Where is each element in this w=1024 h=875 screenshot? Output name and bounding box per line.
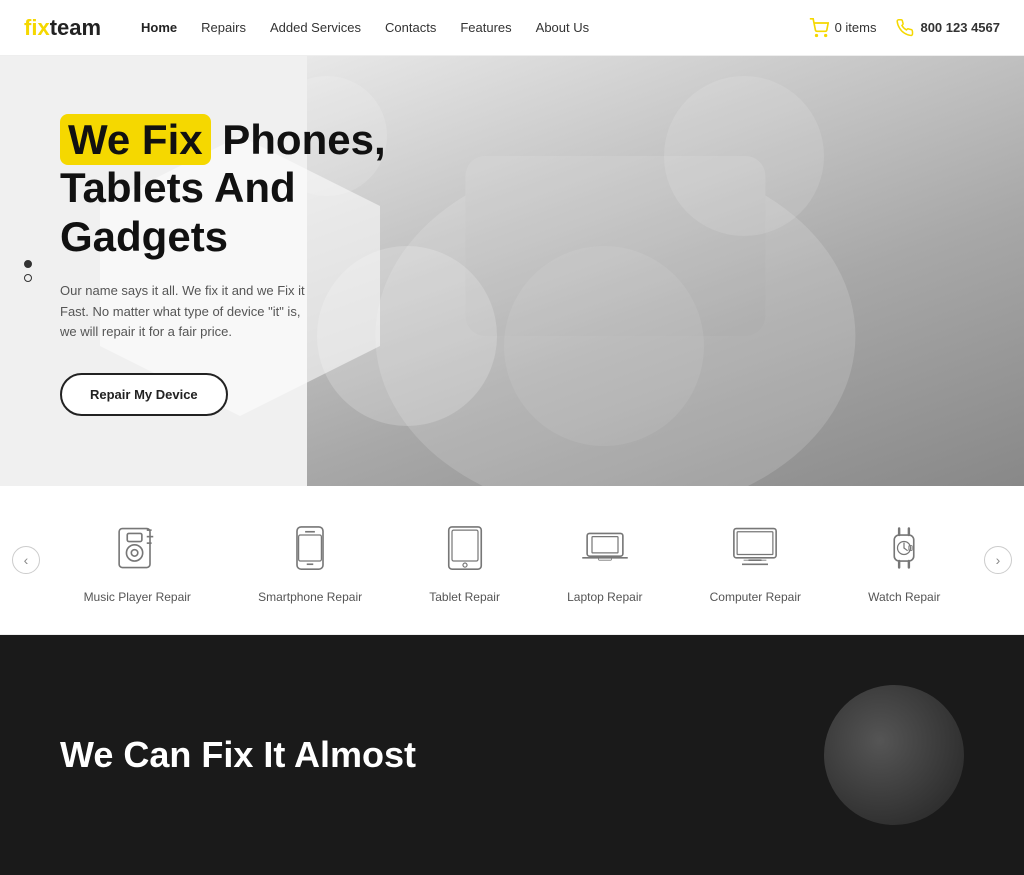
cart-button[interactable]: 0 items bbox=[809, 18, 877, 38]
phone-icon bbox=[896, 19, 914, 37]
deco-bg-circle bbox=[664, 76, 824, 236]
prev-icon: ‹ bbox=[24, 552, 29, 568]
nav-item-about[interactable]: About Us bbox=[536, 20, 589, 35]
deco-bg-circle-2 bbox=[504, 246, 704, 446]
smartphone-label: Smartphone Repair bbox=[258, 590, 362, 604]
nav-item-added-services[interactable]: Added Services bbox=[270, 20, 361, 35]
watch-label: Watch Repair bbox=[868, 590, 940, 604]
brand-prefix: fix bbox=[24, 15, 50, 40]
services-carousel: ‹ Music Player Repair bbox=[0, 486, 1024, 635]
hero-dots bbox=[24, 260, 32, 282]
service-item-tablet[interactable]: Tablet Repair bbox=[429, 516, 500, 604]
brand-logo[interactable]: fixteam bbox=[24, 15, 101, 41]
music-player-svg bbox=[111, 522, 163, 574]
services-list: Music Player Repair Smartphone Repair bbox=[0, 516, 1024, 604]
nav-links: Home Repairs Added Services Contacts Fea… bbox=[141, 20, 809, 35]
service-item-computer[interactable]: Computer Repair bbox=[710, 516, 801, 604]
dark-section-title: We Can Fix It Almost bbox=[60, 733, 416, 776]
service-item-music-player[interactable]: Music Player Repair bbox=[84, 516, 191, 604]
navbar: fixteam Home Repairs Added Services Cont… bbox=[0, 0, 1024, 56]
dark-section-image bbox=[824, 685, 964, 825]
nav-item-contacts[interactable]: Contacts bbox=[385, 20, 436, 35]
hero-section: We Fix Phones,Tablets AndGadgets Our nam… bbox=[0, 56, 1024, 486]
nav-item-home[interactable]: Home bbox=[141, 20, 177, 35]
hero-dot-2[interactable] bbox=[24, 274, 32, 282]
music-player-icon bbox=[105, 516, 169, 580]
nav-right: 0 items 800 123 4567 bbox=[809, 18, 1000, 38]
watch-svg bbox=[878, 522, 930, 574]
computer-label: Computer Repair bbox=[710, 590, 801, 604]
cart-icon bbox=[809, 18, 829, 38]
nav-item-repairs[interactable]: Repairs bbox=[201, 20, 246, 35]
service-item-smartphone[interactable]: Smartphone Repair bbox=[258, 516, 362, 604]
carousel-next-button[interactable]: › bbox=[984, 546, 1012, 574]
tablet-svg bbox=[439, 522, 491, 574]
headline-highlight: We Fix bbox=[60, 114, 211, 165]
laptop-label: Laptop Repair bbox=[567, 590, 642, 604]
tablet-label: Tablet Repair bbox=[429, 590, 500, 604]
computer-svg bbox=[729, 522, 781, 574]
laptop-svg bbox=[579, 522, 631, 574]
smartphone-icon bbox=[278, 516, 342, 580]
service-item-watch[interactable]: Watch Repair bbox=[868, 516, 940, 604]
phone-number: 800 123 4567 bbox=[920, 20, 1000, 35]
service-item-laptop[interactable]: Laptop Repair bbox=[567, 516, 642, 604]
brand-suffix: team bbox=[50, 15, 101, 40]
phone-button[interactable]: 800 123 4567 bbox=[896, 19, 1000, 37]
hero-subtext: Our name says it all. We fix it and we F… bbox=[60, 281, 320, 343]
carousel-prev-button[interactable]: ‹ bbox=[12, 546, 40, 574]
tablet-icon bbox=[433, 516, 497, 580]
hero-dot-1[interactable] bbox=[24, 260, 32, 268]
music-player-label: Music Player Repair bbox=[84, 590, 191, 604]
nav-item-features[interactable]: Features bbox=[460, 20, 511, 35]
watch-icon bbox=[872, 516, 936, 580]
next-icon: › bbox=[996, 552, 1001, 568]
dark-section: We Can Fix It Almost bbox=[0, 635, 1024, 875]
smartphone-svg bbox=[284, 522, 336, 574]
dark-section-image-inner bbox=[824, 685, 964, 825]
hero-content: We Fix Phones,Tablets AndGadgets Our nam… bbox=[0, 56, 512, 476]
hero-cta-button[interactable]: Repair My Device bbox=[60, 373, 228, 416]
laptop-icon bbox=[573, 516, 637, 580]
hero-headline: We Fix Phones,Tablets AndGadgets bbox=[60, 116, 452, 261]
computer-icon bbox=[723, 516, 787, 580]
cart-label: 0 items bbox=[835, 20, 877, 35]
